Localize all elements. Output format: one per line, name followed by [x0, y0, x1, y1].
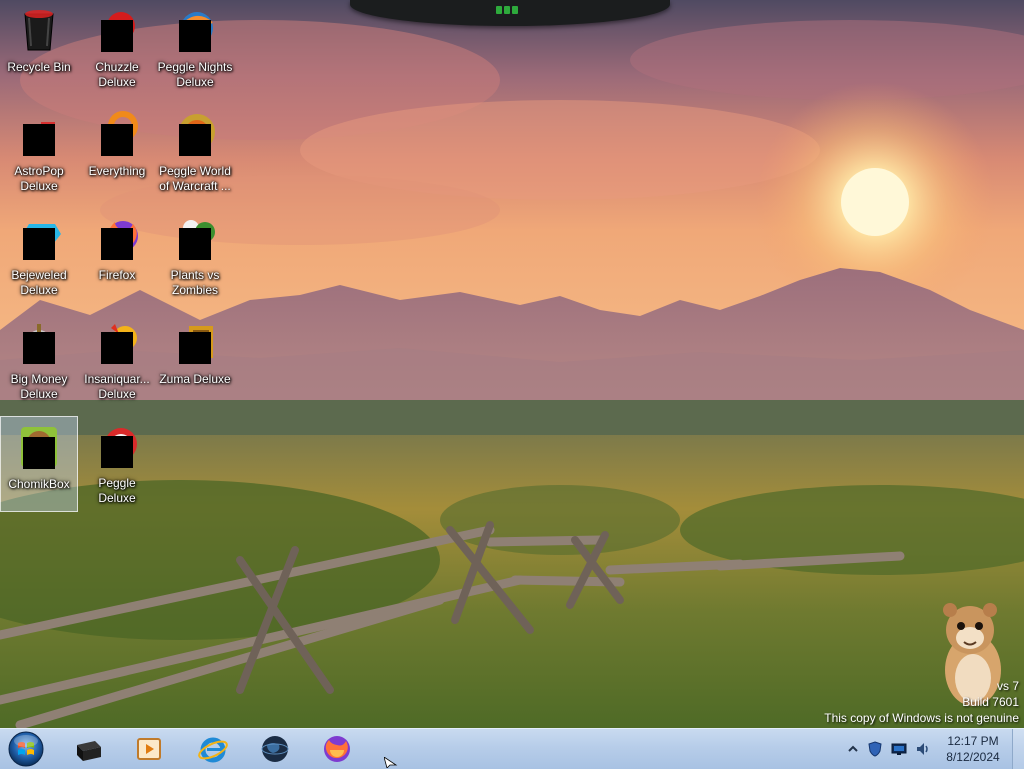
chuzzle-deluxe-icon — [93, 6, 141, 54]
desktop-icon-label: Peggle World of Warcraft ... — [159, 164, 231, 193]
taskbar-globe[interactable] — [248, 732, 302, 766]
globe-icon — [261, 736, 289, 762]
desktop-icon-label: Everything — [88, 164, 146, 178]
astropop-icon — [15, 110, 63, 158]
clock-date: 8/12/2024 — [946, 750, 1000, 764]
desktop-icon-peggle-deluxe[interactable]: Peggle Deluxe — [78, 416, 156, 512]
desktop-icon-peggle-wow[interactable]: Peggle World of Warcraft ... — [156, 104, 234, 200]
watermark-genuine-notice: This copy of Windows is not genuine — [824, 711, 1019, 725]
peggle-wow-icon — [171, 110, 219, 158]
taskbar-terminal[interactable] — [62, 732, 116, 766]
desktop-icon-chomikbox[interactable]: ChomikBox — [0, 416, 78, 512]
desktop-icon-label: Zuma Deluxe — [159, 372, 231, 386]
windows-start-orb-icon[interactable] — [6, 730, 46, 768]
desktop-icon-astropop[interactable]: AstroPop Deluxe — [0, 104, 78, 200]
redacted-block — [101, 124, 133, 156]
firefox-icon — [324, 736, 350, 762]
desktop-icon-label: Big Money Deluxe — [10, 372, 68, 401]
volume-speaker-icon[interactable] — [915, 741, 931, 757]
desktop-icon-big-money[interactable]: Big Money Deluxe — [0, 312, 78, 408]
clock-time: 12:17 PM — [947, 734, 999, 748]
internet-explorer-icon — [198, 737, 228, 763]
windows-not-genuine-watermark: vs 7 Build 7601 This copy of Windows is … — [824, 678, 1019, 726]
network-monitor-icon[interactable] — [891, 741, 907, 757]
redacted-block — [101, 20, 133, 52]
redacted-block — [23, 332, 55, 364]
redacted-block — [101, 332, 133, 364]
chomikbox-icon — [15, 423, 63, 471]
taskbar-firefox[interactable] — [310, 732, 364, 766]
redacted-block — [179, 332, 211, 364]
redacted-block — [179, 228, 211, 260]
system-clock[interactable]: 12:17 PM 8/12/2024 — [940, 733, 1006, 765]
desktop-icon-chuzzle-deluxe[interactable]: Chuzzle Deluxe — [78, 0, 156, 96]
desktop-icon-plants-vs-zombies[interactable]: Plants vs Zombies — [156, 208, 234, 304]
desktop-icon-recycle-bin[interactable]: Recycle Bin — [0, 0, 78, 96]
mouse-cursor-icon — [384, 757, 398, 768]
desktop-icon-label: Plants vs Zombies — [170, 268, 220, 297]
taskbar: 12:17 PM 8/12/2024 — [0, 728, 1024, 769]
redacted-block — [101, 228, 133, 260]
gadget-indicator-icon — [496, 6, 502, 14]
desktop-icon-everything-search[interactable]: Everything — [78, 104, 156, 200]
show-desktop-button[interactable] — [1012, 729, 1024, 769]
desktop-icon-label: Firefox — [98, 268, 136, 282]
desktop-icon-label: Bejeweled Deluxe — [11, 268, 67, 297]
desktop-icon-insaniquarium[interactable]: Insaniquar... Deluxe — [78, 312, 156, 408]
desktop-icon-label: Insaniquar... Deluxe — [84, 372, 150, 401]
desktop-icon-label: Recycle Bin — [7, 60, 71, 74]
redacted-block — [179, 124, 211, 156]
desktop-icon-firefox[interactable]: Firefox — [78, 208, 156, 304]
peggle-nights-icon — [171, 6, 219, 54]
desktop-icon-label: Peggle Deluxe — [98, 476, 136, 505]
watermark-build: Build 7601 — [962, 695, 1019, 709]
desktop-icon-peggle-nights[interactable]: Peggle Nights Deluxe — [156, 0, 234, 96]
gadget-indicator-icon — [512, 6, 518, 14]
firefox-icon — [93, 214, 141, 262]
gadget-indicator-icon — [504, 6, 510, 14]
everything-search-icon — [93, 110, 141, 158]
bejeweled-icon — [15, 214, 63, 262]
zuma-deluxe-icon — [171, 318, 219, 366]
taskbar-internet-explorer[interactable] — [186, 732, 240, 766]
desktop-icon-bejeweled[interactable]: Bejeweled Deluxe — [0, 208, 78, 304]
redacted-block — [179, 20, 211, 52]
desktop-icon-label: ChomikBox — [8, 477, 70, 491]
redacted-block — [101, 436, 133, 468]
desktop-icon-label: Chuzzle Deluxe — [95, 60, 139, 89]
recycle-bin-icon — [15, 6, 63, 54]
desktop-icon-label: AstroPop Deluxe — [14, 164, 64, 193]
taskbar-media-player[interactable] — [122, 732, 176, 766]
plants-vs-zombies-icon — [171, 214, 219, 262]
action-center-shield-icon[interactable] — [867, 741, 883, 757]
redacted-block — [23, 437, 55, 469]
redacted-block — [23, 228, 55, 260]
media-player-icon — [137, 738, 161, 760]
desktop-icon-zuma-deluxe[interactable]: Zuma Deluxe — [156, 312, 234, 408]
black-box-icon — [77, 741, 101, 761]
desktop-icon-label: Peggle Nights Deluxe — [157, 60, 233, 89]
big-money-icon — [15, 318, 63, 366]
watermark-version: vs 7 — [996, 679, 1019, 693]
peggle-deluxe-icon — [93, 422, 141, 470]
insaniquarium-icon — [93, 318, 141, 366]
redacted-block — [23, 124, 55, 156]
show-hidden-icons-chevron[interactable] — [845, 741, 861, 757]
